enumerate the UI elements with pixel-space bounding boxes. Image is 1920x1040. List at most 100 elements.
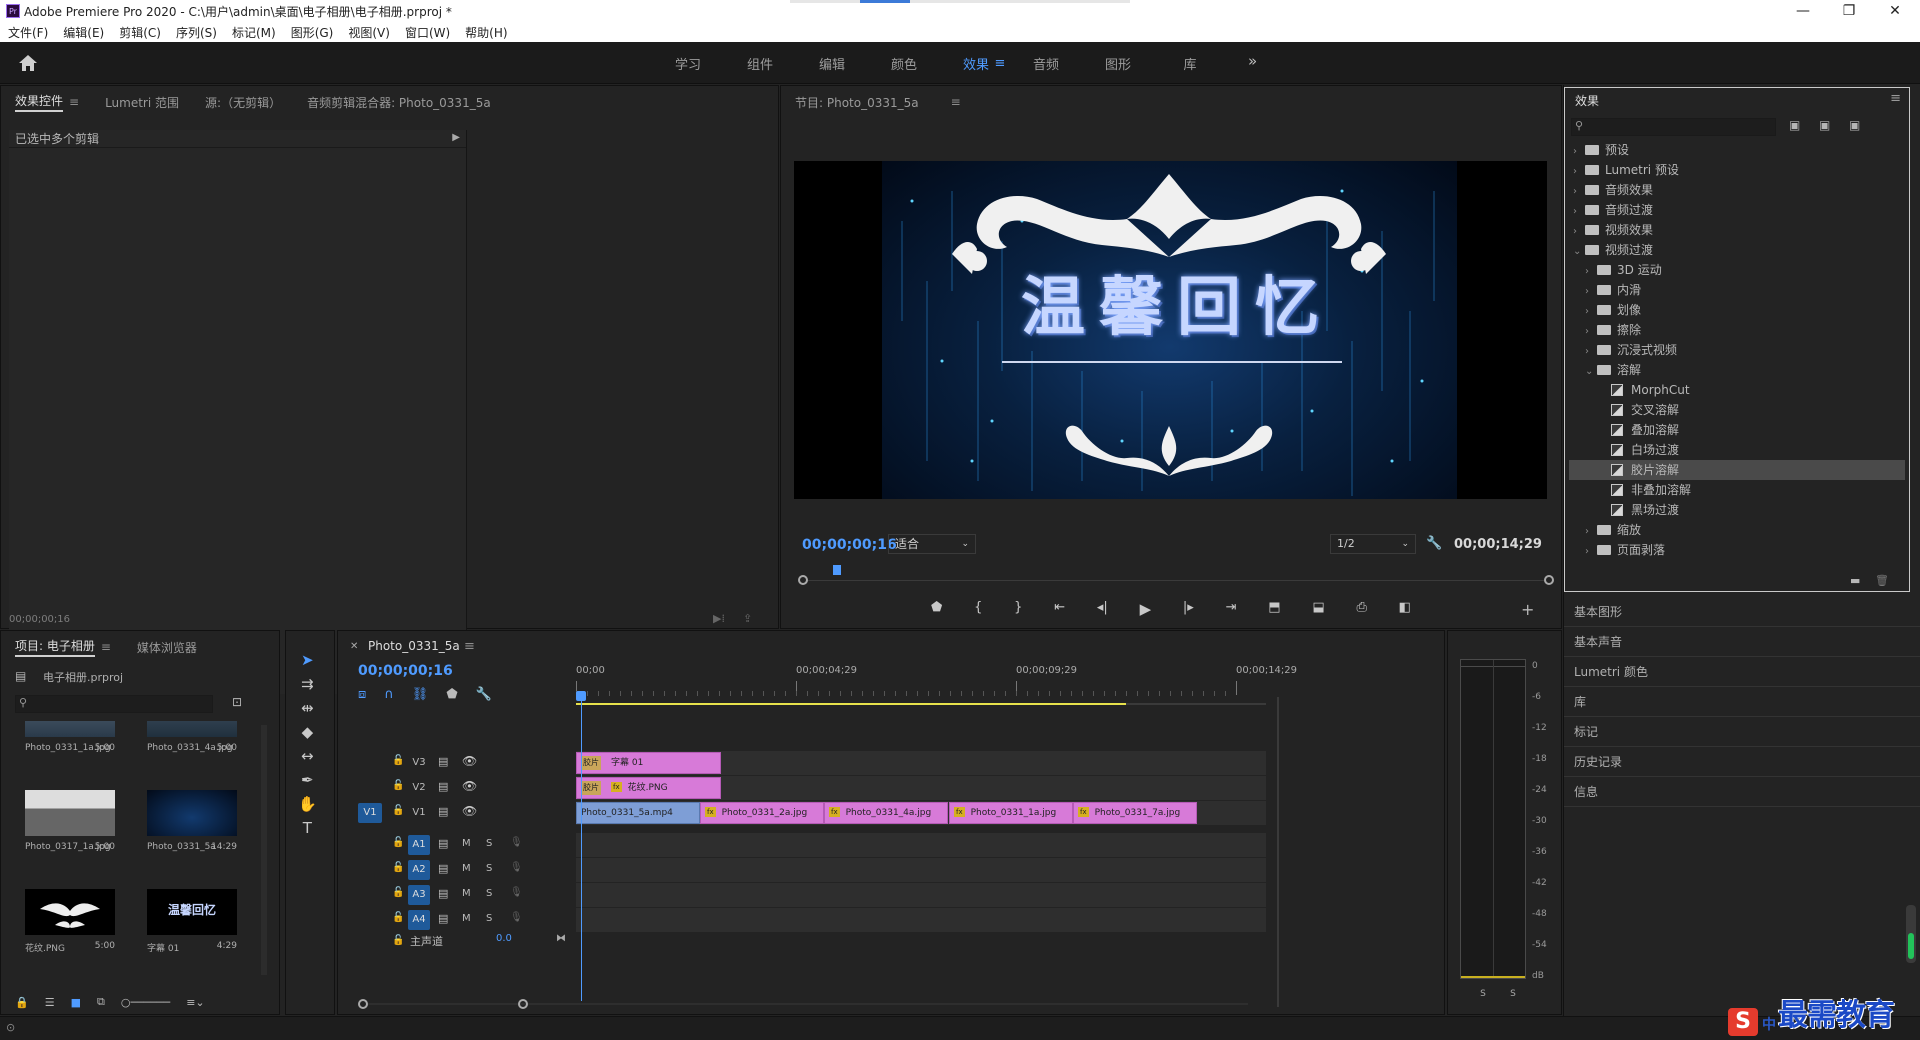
chevron-right-icon[interactable]: › (1573, 202, 1585, 222)
toggle-sync-icon[interactable]: ▤ (438, 837, 448, 850)
source-panel-tab[interactable]: Lumetri 范围 (105, 94, 179, 111)
close-window-button[interactable]: ✕ (1872, 0, 1918, 22)
mute-button[interactable]: M (462, 913, 471, 924)
chevron-down-icon[interactable]: ⌄ (1573, 242, 1585, 262)
track-lane[interactable] (576, 883, 1266, 907)
track-lane[interactable] (576, 833, 1266, 857)
selection-tool-icon[interactable]: ➤ (301, 651, 314, 669)
effect-folder[interactable]: › 预设 (1569, 140, 1905, 160)
timeline-horizontal-scroll[interactable] (358, 999, 1258, 1009)
track-label[interactable]: V1 (408, 803, 430, 823)
lock-icon[interactable]: 🔓 (392, 837, 404, 848)
project-item-thumbnail[interactable]: 温馨回忆 (147, 889, 237, 935)
playback-resolution-dropdown[interactable]: 1/2 ⌄ (1330, 534, 1416, 554)
mute-button[interactable]: M (462, 888, 471, 899)
track-label[interactable]: A3 (408, 885, 430, 905)
time-ruler[interactable]: 00;00 00;00;04;29 00;00;09;29 00;00;14;29 (576, 663, 1297, 703)
eye-icon[interactable]: 👁 (462, 754, 477, 768)
maximize-button[interactable]: ❐ (1826, 0, 1872, 22)
microphone-icon[interactable]: 🎙 (510, 862, 523, 873)
microphone-icon[interactable]: 🎙 (510, 887, 523, 898)
effect-folder[interactable]: › 音频效果 (1569, 180, 1905, 200)
effect-folder[interactable]: › 页面剥落 (1569, 540, 1905, 560)
meter-solo-right[interactable]: S (1510, 989, 1516, 999)
eye-icon[interactable]: 👁 (462, 804, 477, 818)
filter-icon[interactable]: ▶⁞ (713, 612, 725, 625)
track-label[interactable]: V2 (408, 778, 430, 798)
project-scrollbar[interactable] (261, 725, 267, 975)
toggle-sync-icon[interactable]: ▤ (438, 805, 448, 818)
effect-item[interactable]: 白场过渡 (1569, 440, 1905, 460)
program-playhead[interactable] (833, 565, 842, 575)
extract-icon[interactable]: ⬓ (1312, 600, 1324, 622)
list-view-icon[interactable]: ☰ (45, 996, 55, 1009)
razor-tool-icon[interactable]: ◆ (302, 723, 314, 741)
workspace-tab[interactable]: 图形 (1082, 54, 1154, 73)
program-scrubber[interactable] (798, 565, 1554, 587)
program-video-frame[interactable]: 温馨回忆 (794, 161, 1547, 499)
effect-item[interactable]: MorphCut (1569, 380, 1905, 400)
source-panel-tab[interactable]: 音频剪辑混合器: Photo_0331_5a (307, 94, 491, 111)
freeform-view-icon[interactable]: ⧉ (97, 995, 105, 1009)
effect-folder[interactable]: ⌄ 视频过渡 (1569, 240, 1905, 260)
eye-icon[interactable]: 👁 (462, 779, 477, 793)
workspace-tab[interactable]: 库 (1154, 54, 1226, 73)
lock-icon[interactable]: 🔓 (392, 755, 404, 766)
export-frame-icon[interactable]: ⎙ (1356, 600, 1366, 622)
lock-icon[interactable]: 🔓 (392, 912, 404, 923)
solo-button[interactable]: S (486, 838, 492, 849)
source-patch-v1[interactable]: V1 (358, 803, 382, 823)
step-back-icon[interactable]: ◂| (1097, 600, 1108, 622)
toggle-sync-icon[interactable]: ▤ (438, 912, 448, 925)
lock-icon[interactable]: 🔓 (392, 935, 404, 946)
project-panel-tab[interactable]: 项目: 电子相册 (15, 637, 95, 657)
source-panel-tab[interactable]: 效果控件 (15, 92, 64, 112)
chevron-down-icon[interactable]: ⌄ (1585, 362, 1597, 382)
effects-menu-icon[interactable]: ≡ (1890, 91, 1901, 106)
microphone-icon[interactable]: 🎙 (510, 837, 523, 848)
play-button[interactable]: ▶ (1140, 600, 1152, 622)
timeline-playhead[interactable] (576, 691, 586, 701)
hand-tool-icon[interactable]: ✋ (298, 795, 317, 813)
track-label[interactable]: A2 (408, 860, 430, 880)
yuv-effects-icon[interactable]: ▣ (1849, 118, 1860, 132)
project-item-thumbnail[interactable] (147, 721, 237, 737)
source-panel-tab[interactable]: 源:（无剪辑） (205, 94, 281, 111)
master-volume-value[interactable]: 0.0 (496, 933, 512, 944)
toggle-sync-icon[interactable]: ▤ (438, 755, 448, 768)
transition-marker[interactable]: 胶片 (581, 781, 601, 795)
effect-folder[interactable]: › 视频效果 (1569, 220, 1905, 240)
ripple-edit-tool-icon[interactable]: ⇹ (301, 699, 314, 717)
chevron-right-icon[interactable]: › (1585, 522, 1597, 542)
toggle-sync-icon[interactable]: ▤ (438, 887, 448, 900)
work-area-bar[interactable] (576, 703, 1126, 705)
go-to-in-icon[interactable]: ⇤ (1054, 600, 1065, 622)
fit-dropdown[interactable]: 适合 ⌄ (888, 534, 976, 554)
right-edge-scroll[interactable] (1906, 905, 1916, 963)
linked-selection-icon[interactable]: ⛓ (412, 687, 429, 702)
meter-solo-left[interactable]: S (1480, 989, 1486, 999)
program-title[interactable]: 节目: Photo_0331_5a (795, 94, 919, 111)
new-search-bin-icon[interactable]: ⊡ (232, 695, 242, 709)
home-icon[interactable] (18, 54, 38, 72)
track-label[interactable]: V3 (408, 753, 430, 773)
track-lane[interactable] (576, 908, 1266, 932)
sort-icon[interactable]: ≡⌄ (186, 996, 204, 1009)
close-sequence-icon[interactable]: ✕ (350, 641, 358, 652)
wrench-icon[interactable]: 🔧 (1426, 536, 1442, 551)
workspace-tab[interactable]: 学习 (652, 54, 724, 73)
effect-item[interactable]: 胶片溶解 (1569, 460, 1905, 480)
effect-folder[interactable]: › 3D 运动 (1569, 260, 1905, 280)
solo-button[interactable]: S (486, 863, 492, 874)
chevron-right-icon[interactable]: › (1585, 342, 1597, 362)
timeline-timecode[interactable]: 00;00;00;16 (358, 663, 453, 679)
timeline-clip[interactable]: Photo_0331_5a.mp4 (576, 802, 700, 824)
chevron-right-icon[interactable]: › (1585, 302, 1597, 322)
add-button-icon[interactable]: + (1521, 600, 1534, 619)
effect-folder[interactable]: › 音频过渡 (1569, 200, 1905, 220)
panel-menu-icon[interactable]: ≡ (69, 95, 79, 109)
effect-folder[interactable]: › 内滑 (1569, 280, 1905, 300)
32bit-effects-icon[interactable]: ▣ (1819, 118, 1830, 132)
menu-item[interactable]: 窗口(W) (405, 24, 450, 41)
expand-tracks-icon[interactable]: ⧓ (556, 933, 566, 944)
